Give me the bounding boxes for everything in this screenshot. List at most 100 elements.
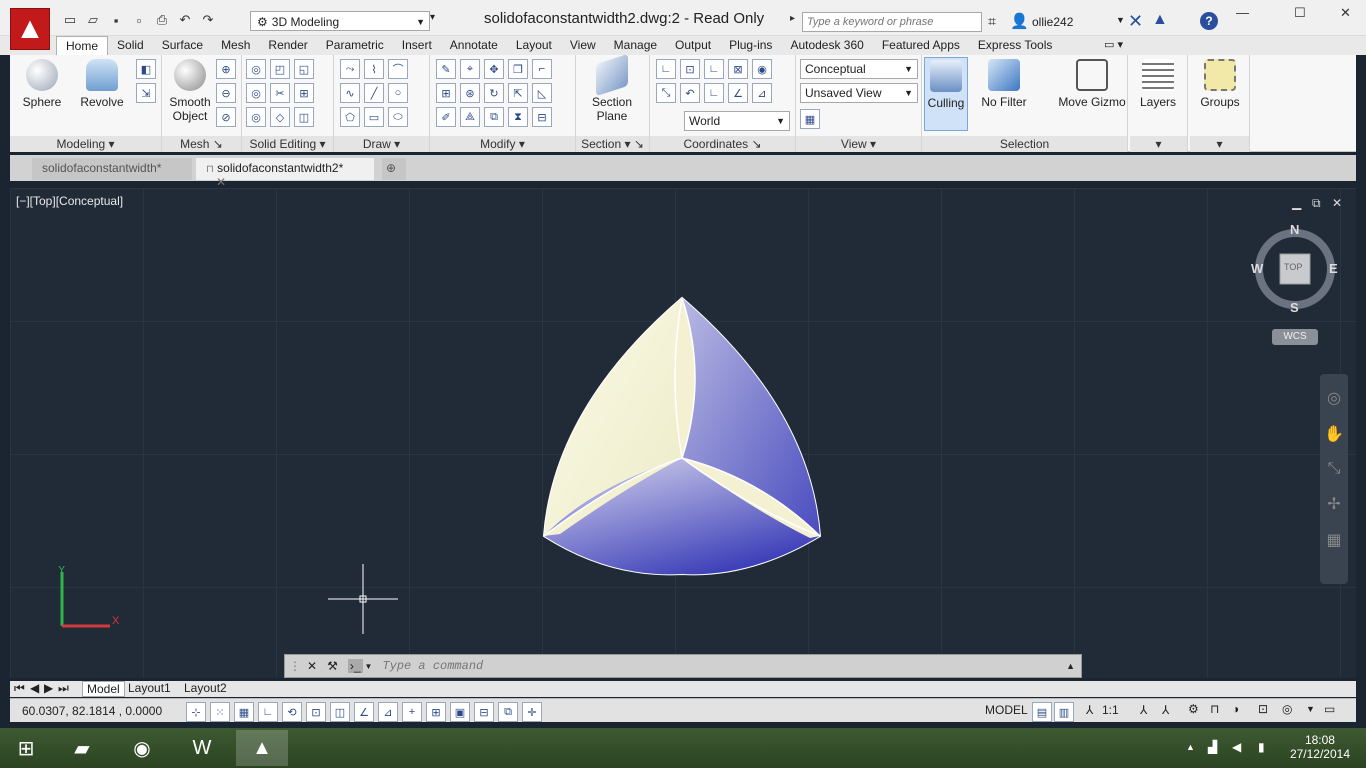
culling-button[interactable]: Culling	[924, 57, 968, 131]
quick-view-layouts-icon[interactable]: ▤	[1032, 702, 1052, 722]
panel-label-modeling[interactable]: Modeling ▾	[10, 136, 161, 152]
exchange-apps-icon[interactable]: ✕	[1128, 11, 1143, 32]
mirror-icon[interactable]: ⧗	[508, 107, 528, 127]
orbit-icon[interactable]: ✢	[1320, 494, 1348, 514]
ucs-select[interactable]: World ▼	[684, 111, 790, 131]
new-icon[interactable]: ▭	[60, 11, 80, 29]
3d-move-icon[interactable]: ⌖	[460, 59, 480, 79]
doc-tab-1[interactable]: solidofaconstantwidth*	[32, 158, 192, 180]
layout-tab-model[interactable]: Model	[82, 681, 125, 697]
lock-ui-icon[interactable]: ⊓	[1210, 702, 1219, 716]
binoculars-icon[interactable]: ⌗	[988, 13, 996, 30]
autocad-taskbar-icon[interactable]: ▲	[236, 730, 288, 766]
viewcube-north[interactable]: N	[1290, 222, 1299, 237]
groups-expand-icon[interactable]: ▾	[1190, 136, 1249, 152]
battery-icon[interactable]: ▮	[1258, 740, 1265, 754]
panel-label-view[interactable]: View ▾	[796, 136, 921, 152]
search-expand-icon[interactable]: ▸	[790, 13, 802, 31]
close-icon[interactable]: ✕	[1340, 5, 1351, 21]
minimize-icon[interactable]: —	[1236, 5, 1249, 20]
revolve-button[interactable]: Revolve	[74, 59, 130, 109]
ucs-world-icon[interactable]: ⤡	[656, 83, 676, 103]
section-plane-button[interactable]: Section Plane	[584, 53, 640, 123]
panel-label-section[interactable]: Section ▾ ↘	[576, 136, 649, 152]
tab-solid[interactable]: Solid	[108, 36, 153, 55]
tab-mesh[interactable]: Mesh	[212, 36, 259, 55]
viewport-controls-label[interactable]: [−][Top][Conceptual]	[16, 194, 123, 208]
smooth-more-icon[interactable]: ⊕	[216, 59, 236, 79]
interfere-icon[interactable]: ✂	[270, 83, 290, 103]
lineweight-icon[interactable]: ⊞	[426, 702, 446, 722]
move-gizmo-button[interactable]: Move Gizmo	[1050, 59, 1134, 109]
3d-osnap-icon[interactable]: ◫	[330, 702, 350, 722]
viewport-restore-icon[interactable]: ⧉	[1312, 196, 1321, 211]
save-as-icon[interactable]: ▫	[129, 11, 149, 29]
wrench-icon[interactable]: ⚒	[327, 659, 338, 673]
redo-icon[interactable]: ↷	[198, 11, 218, 29]
panel-label-modify[interactable]: Modify ▾	[430, 136, 575, 152]
command-input[interactable]	[382, 659, 1067, 673]
quick-props-icon[interactable]: ⊟	[474, 702, 494, 722]
ucs-previous-icon[interactable]: ↶	[680, 83, 700, 103]
windows-start-icon[interactable]: ⊞	[0, 730, 52, 766]
workspace-select[interactable]: ⚙ 3D Modeling ▼	[250, 11, 430, 31]
annotation-scale-value[interactable]: 1:1	[1102, 703, 1119, 717]
print-icon[interactable]: ⎙	[152, 11, 172, 29]
viewport-minimize-icon[interactable]: ▁	[1292, 196, 1301, 210]
ducs-icon[interactable]: ⊿	[378, 702, 398, 722]
next-layout-icon[interactable]: ▶	[44, 681, 53, 695]
copy-icon[interactable]: ❐	[508, 59, 528, 79]
arc-icon[interactable]: ⌒	[388, 59, 408, 79]
array-icon[interactable]: ⊞	[436, 83, 456, 103]
otrack-icon[interactable]: ∠	[354, 702, 374, 722]
tab-parametric[interactable]: Parametric	[317, 36, 393, 55]
tab-manage[interactable]: Manage	[605, 36, 666, 55]
intersect-icon[interactable]: ◎	[246, 107, 266, 127]
grid-icon[interactable]: ▦	[234, 702, 254, 722]
viewcube-top-face[interactable]: TOP	[1284, 262, 1302, 272]
user-name[interactable]: ollie242	[1032, 15, 1073, 29]
word-icon[interactable]: W	[176, 730, 228, 766]
new-tab-button[interactable]: ⊕	[382, 158, 406, 180]
panel-label-draw[interactable]: Draw ▾	[334, 136, 429, 152]
panel-label-mesh[interactable]: Mesh ↘	[162, 136, 241, 152]
prev-layout-icon[interactable]: ◀	[30, 681, 39, 695]
tray-show-hidden-icon[interactable]: ▲	[1186, 742, 1195, 752]
viewcube-east[interactable]: E	[1329, 261, 1338, 276]
chrome-icon[interactable]: ◉	[116, 730, 168, 766]
viewport-close-icon[interactable]: ✕	[1332, 196, 1342, 210]
layout-tab-layout1[interactable]: Layout1	[128, 681, 171, 695]
ucs-view-icon[interactable]: ⊠	[728, 59, 748, 79]
isolate-lightbulb-icon[interactable]: ◎	[1282, 702, 1292, 716]
3d-align-icon[interactable]: ⟁	[460, 107, 480, 127]
offset-icon[interactable]: ⧉	[484, 107, 504, 127]
user-icon[interactable]: 👤	[1010, 12, 1029, 30]
visual-style-select[interactable]: Conceptual ▼	[800, 59, 918, 79]
layers-button[interactable]: Layers	[1130, 59, 1186, 109]
viewport-config-icon[interactable]: ▦	[800, 109, 820, 129]
tab-surface[interactable]: Surface	[153, 36, 212, 55]
ribbon-minimize-icon[interactable]: ▭ ▾	[1104, 38, 1123, 51]
smooth-less-icon[interactable]: ⊖	[216, 83, 236, 103]
network-icon[interactable]: ▟	[1208, 740, 1217, 754]
a360-icon[interactable]: ▲	[1152, 11, 1168, 29]
named-view-select[interactable]: Unsaved View ▼	[800, 83, 918, 103]
hardware-accel-icon[interactable]: ◑	[1232, 702, 1239, 716]
help-icon[interactable]: ?	[1200, 12, 1218, 30]
tab-view[interactable]: View	[561, 36, 605, 55]
zoom-icon[interactable]: ⤡	[1320, 460, 1348, 478]
panel-label-selection[interactable]: Selection	[922, 136, 1127, 152]
rect-array-icon[interactable]: ⊟	[532, 107, 552, 127]
rectangle-icon[interactable]: ▭	[364, 107, 384, 127]
refine-mesh-icon[interactable]: ⊘	[216, 107, 236, 127]
taskbar-clock[interactable]: 18:08 27/12/2014	[1290, 733, 1350, 761]
polar-icon[interactable]: ⟲	[282, 702, 302, 722]
sphere-button[interactable]: Sphere	[14, 59, 70, 109]
panel-label-coordinates[interactable]: Coordinates ↘	[650, 136, 795, 152]
solid-of-constant-width-model[interactable]	[530, 288, 830, 588]
coordinate-readout[interactable]: 60.0307, 82.1814 , 0.0000	[22, 704, 162, 718]
subtract-icon[interactable]: ◎	[246, 83, 266, 103]
circle-icon[interactable]: ○	[388, 83, 408, 103]
open-icon[interactable]: ▱	[83, 11, 103, 29]
steering-wheel-icon[interactable]: ◎	[1320, 388, 1348, 408]
